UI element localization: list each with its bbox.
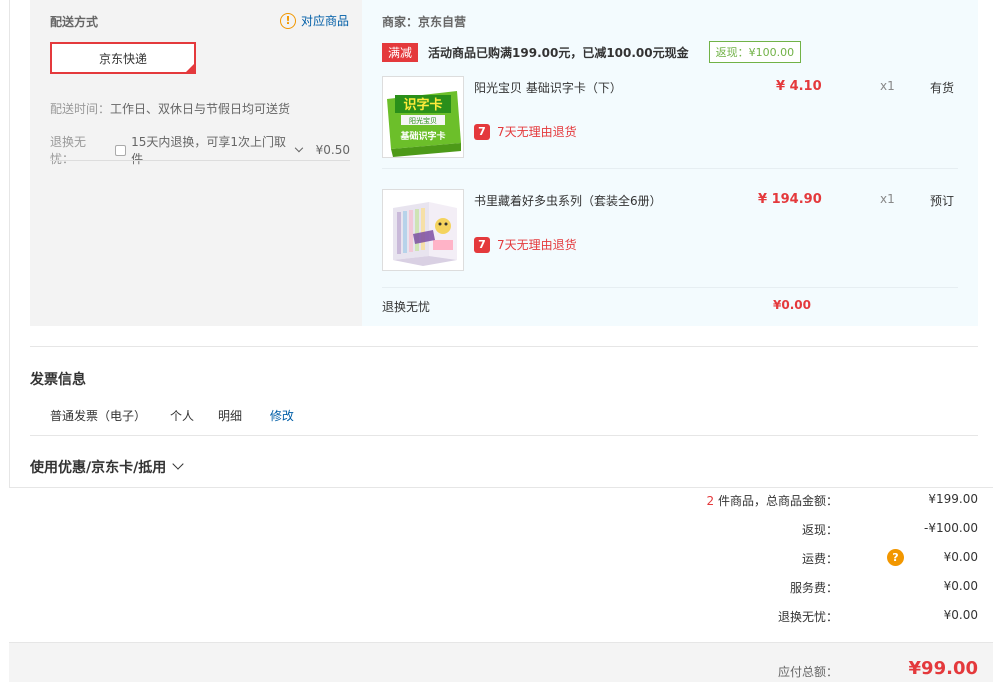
summary-rebate-row: 返现： -¥100.00 [578, 521, 978, 541]
divider [30, 435, 978, 436]
product-image[interactable]: 识字卡 阳光宝贝 基础识字卡 [382, 76, 464, 158]
invoice-row: 普通发票（电子） 个人 明细 修改 [50, 407, 318, 424]
rebate-badge: 返现：¥100.00 [708, 41, 802, 63]
invoice-edit-link[interactable]: 修改 [270, 409, 294, 423]
summary-freight-row: 运费： ? ¥0.00 [578, 549, 978, 570]
delivery-time: 配送时间：工作日、双休日与节假日均可送货 [50, 100, 290, 117]
invoice-holder: 个人 [170, 409, 195, 423]
chevron-down-icon[interactable] [172, 458, 184, 470]
checkmark-icon: ✓ [186, 63, 193, 72]
product-qty: x1 [880, 79, 895, 93]
thumb-band: 阳光宝贝 [409, 116, 437, 125]
shipping-panel: 配送方式 ! 对应商品 京东快递 ✓ 配送时间：工作日、双休日与节假日均可送货 … [30, 0, 362, 326]
product-qty: x1 [880, 192, 895, 206]
divider [50, 160, 350, 161]
delivery-time-value: 工作日、双休日与节假日均可送货 [110, 102, 291, 116]
goods-total-value: ¥199.00 [928, 492, 978, 506]
invoice-title: 发票信息 [30, 372, 86, 388]
product-image[interactable] [382, 189, 464, 271]
return-policy: 7 7天无理由退货 [474, 236, 577, 253]
left-border [9, 0, 10, 488]
delivery-time-label: 配送时间： [50, 102, 111, 116]
rebate-label: 返现： [801, 523, 838, 537]
cart-item: 书里藏着好多虫系列（套装全6册） ¥ 194.90 x1 预订 7 7天无理由退… [382, 189, 958, 289]
return-worry-price: ¥0.00 [773, 298, 811, 312]
promo-tag: 满减 [382, 42, 419, 62]
product-price: ¥ 4.10 [776, 79, 822, 94]
chevron-down-icon[interactable] [294, 143, 303, 153]
cart-item: 识字卡 阳光宝贝 基础识字卡 阳光宝贝 基础识字卡（下） ¥ 4.10 x1 有… [382, 76, 958, 176]
return-policy-text: 7天无理由退货 [497, 125, 577, 139]
invoice-content-label: 明细 [218, 409, 243, 423]
notice-link[interactable]: ! 对应商品 [280, 12, 349, 29]
product-name[interactable]: 阳光宝贝 基础识字卡（下） [474, 79, 622, 96]
service-fee-label: 服务费： [789, 581, 838, 595]
summary-service-row: 服务费： ¥0.00 [578, 579, 978, 599]
goods-total-text: 件商品，总商品金额： [714, 494, 838, 508]
freight-label: 运费： [801, 552, 838, 566]
goods-total-label: 2 件商品，总商品金额： [707, 492, 838, 509]
divider [382, 287, 958, 288]
express-option-label: 京东快递 [98, 51, 147, 66]
return-worry-row: 退换无忧： 15天内退换，可享1次上门取件 ¥0.50 [50, 133, 350, 167]
checkout-page: 配送方式 ! 对应商品 京东快递 ✓ 配送时间：工作日、双休日与节假日均可送货 … [0, 0, 993, 682]
total-value: ¥99.00 [908, 658, 978, 679]
seven-day-return-icon: 7 [474, 123, 490, 140]
promo-row: 满减 活动商品已购满199.00元，已减100.00元现金 返现：¥100.00 [382, 41, 802, 63]
vendor-panel: 商家：京东自营 满减 活动商品已购满199.00元，已减100.00元现金 返现… [362, 0, 978, 326]
thumb-sub: 基础识字卡 [399, 130, 445, 142]
product-price: ¥ 194.90 [758, 192, 822, 207]
freight-value: ¥0.00 [943, 550, 978, 564]
rebate-value: -¥100.00 [924, 521, 978, 535]
divider [9, 487, 993, 488]
summary-goods-row: 2 件商品，总商品金额： ¥199.00 [578, 492, 978, 512]
seven-day-return-icon: 7 [474, 236, 490, 253]
invoice-type: 普通发票（电子） [50, 409, 147, 423]
return-worry-label: 退换无忧： [50, 135, 87, 166]
question-icon[interactable]: ? [887, 549, 904, 566]
return-worry-checkbox[interactable] [115, 144, 127, 156]
warning-icon: ! [280, 12, 296, 29]
return-worry-fee-label: 退换无忧： [777, 610, 838, 624]
product-name[interactable]: 书里藏着好多虫系列（套装全6册） [474, 192, 662, 209]
return-policy: 7 7天无理由退货 [474, 123, 577, 140]
total-label: 应付总额： [777, 665, 838, 679]
promo-text: 活动商品已购满199.00元，已减100.00元现金 [428, 45, 689, 60]
summary-return-row: 退换无忧： ¥0.00 [578, 608, 978, 628]
total-bar: 应付总额： ¥99.00 [9, 642, 993, 682]
vendor-label: 商家：京东自营 [382, 15, 467, 29]
express-option-button[interactable]: 京东快递 ✓ [50, 42, 196, 74]
return-worry-price: ¥0.50 [315, 143, 350, 157]
stock-status: 有货 [930, 81, 955, 95]
return-worry-option[interactable]: 15天内退换，可享1次上门取件 [131, 133, 291, 167]
divider [382, 168, 958, 169]
coupon-title[interactable]: 使用优惠/京东卡/抵用 [30, 457, 166, 477]
stock-status: 预订 [930, 194, 955, 208]
notice-text[interactable]: 对应商品 [301, 12, 349, 29]
service-fee-value: ¥0.00 [943, 579, 978, 593]
return-worry-fee-value: ¥0.00 [943, 608, 978, 622]
shipping-title: 配送方式 [50, 15, 99, 29]
return-worry-label: 退换无忧 [382, 300, 431, 314]
return-policy-text: 7天无理由退货 [497, 238, 577, 252]
thumb-title: 识字卡 [403, 97, 442, 113]
coupon-toggle[interactable]: 使用优惠/京东卡/抵用 [30, 457, 184, 477]
invoice-content: 明细 修改 [218, 407, 294, 424]
divider [30, 346, 978, 347]
